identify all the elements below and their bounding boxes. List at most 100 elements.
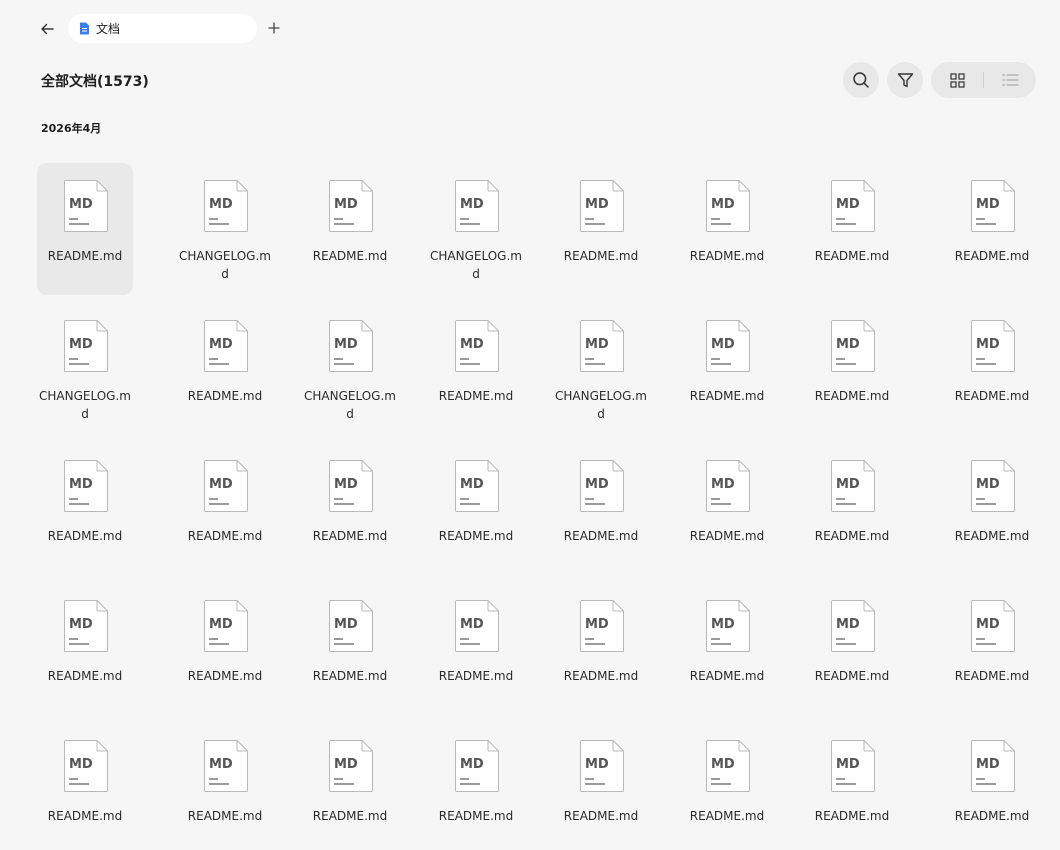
file-item[interactable]: MD README.md <box>804 303 900 435</box>
file-name: README.md <box>954 669 1030 683</box>
file-item[interactable]: MD README.md <box>944 723 1040 850</box>
file-item[interactable]: MD README.md <box>804 583 900 715</box>
markdown-file-icon: MD <box>204 600 248 652</box>
file-item[interactable]: MD README.md <box>302 443 398 575</box>
file-item[interactable]: MD README.md <box>177 303 273 435</box>
markdown-file-icon: MD <box>580 320 624 372</box>
markdown-file-icon: MD <box>204 740 248 792</box>
svg-text:MD: MD <box>836 197 860 212</box>
file-name: README.md <box>814 669 890 683</box>
file-name: README.md <box>312 669 388 683</box>
svg-text:MD: MD <box>69 477 93 492</box>
file-item[interactable]: MD README.md <box>37 583 133 715</box>
markdown-file-icon: MD <box>64 460 108 512</box>
file-item[interactable]: MD README.md <box>679 723 775 850</box>
file-name: README.md <box>954 529 1030 543</box>
svg-text:MD: MD <box>209 617 233 632</box>
svg-text:MD: MD <box>209 477 233 492</box>
file-item[interactable]: MD README.md <box>553 723 649 850</box>
file-item[interactable]: MD README.md <box>944 163 1040 295</box>
file-item[interactable]: MD CHANGELOG.md <box>37 303 133 435</box>
file-item[interactable]: MD CHANGELOG.md <box>553 303 649 435</box>
svg-text:MD: MD <box>460 757 484 772</box>
file-grid: MD README.md MD CHANGELOG.md MD README.md MD CH… <box>0 0 1060 850</box>
file-item[interactable]: MD README.md <box>428 303 524 435</box>
file-item[interactable]: MD README.md <box>428 583 524 715</box>
markdown-file-icon: MD <box>831 740 875 792</box>
file-manager-window: 文档 全部文档(1573) 2026年4月 MD README.md MD CH… <box>0 0 1060 850</box>
file-item[interactable]: MD README.md <box>553 443 649 575</box>
file-item[interactable]: MD README.md <box>177 723 273 850</box>
file-name: README.md <box>814 389 890 403</box>
file-item[interactable]: MD README.md <box>302 163 398 295</box>
svg-text:MD: MD <box>69 617 93 632</box>
svg-text:MD: MD <box>69 757 93 772</box>
file-name: README.md <box>689 389 765 403</box>
svg-text:MD: MD <box>836 617 860 632</box>
file-item[interactable]: MD CHANGELOG.md <box>428 163 524 295</box>
markdown-file-icon: MD <box>455 740 499 792</box>
markdown-file-icon: MD <box>706 740 750 792</box>
file-item[interactable]: MD README.md <box>944 583 1040 715</box>
file-item[interactable]: MD CHANGELOG.md <box>177 163 273 295</box>
markdown-file-icon: MD <box>706 180 750 232</box>
markdown-file-icon: MD <box>64 320 108 372</box>
file-name: README.md <box>954 389 1030 403</box>
svg-text:MD: MD <box>711 337 735 352</box>
file-item[interactable]: MD README.md <box>679 303 775 435</box>
markdown-file-icon: MD <box>971 180 1015 232</box>
file-item[interactable]: MD README.md <box>679 583 775 715</box>
file-item[interactable]: MD README.md <box>944 443 1040 575</box>
file-item[interactable]: MD README.md <box>37 443 133 575</box>
file-name: README.md <box>689 249 765 263</box>
markdown-file-icon: MD <box>831 600 875 652</box>
file-name: README.md <box>814 809 890 823</box>
svg-text:MD: MD <box>69 337 93 352</box>
markdown-file-icon: MD <box>455 180 499 232</box>
svg-text:MD: MD <box>209 757 233 772</box>
file-item[interactable]: MD CHANGELOG.md <box>302 303 398 435</box>
file-name: README.md <box>954 249 1030 263</box>
markdown-file-icon: MD <box>831 180 875 232</box>
svg-text:MD: MD <box>976 477 1000 492</box>
file-item[interactable]: MD README.md <box>553 163 649 295</box>
svg-text:MD: MD <box>711 197 735 212</box>
file-name: README.md <box>814 249 890 263</box>
markdown-file-icon: MD <box>455 600 499 652</box>
markdown-file-icon: MD <box>329 740 373 792</box>
file-item[interactable]: MD README.md <box>553 583 649 715</box>
file-item[interactable]: MD README.md <box>428 723 524 850</box>
file-item[interactable]: MD README.md <box>177 443 273 575</box>
file-item[interactable]: MD README.md <box>37 723 133 850</box>
markdown-file-icon: MD <box>64 600 108 652</box>
markdown-file-icon: MD <box>971 460 1015 512</box>
file-item[interactable]: MD README.md <box>804 163 900 295</box>
svg-text:MD: MD <box>460 337 484 352</box>
markdown-file-icon: MD <box>455 320 499 372</box>
file-name: CHANGELOG.md <box>179 249 271 281</box>
svg-text:MD: MD <box>209 337 233 352</box>
file-name: README.md <box>689 809 765 823</box>
svg-text:MD: MD <box>209 197 233 212</box>
markdown-file-icon: MD <box>64 740 108 792</box>
file-name: README.md <box>814 529 890 543</box>
svg-text:MD: MD <box>460 477 484 492</box>
file-item[interactable]: MD README.md <box>679 443 775 575</box>
file-item[interactable]: MD README.md <box>679 163 775 295</box>
file-item[interactable]: MD README.md <box>37 163 133 295</box>
file-name: README.md <box>47 249 123 263</box>
file-item[interactable]: MD README.md <box>177 583 273 715</box>
file-name: CHANGELOG.md <box>555 389 647 421</box>
markdown-file-icon: MD <box>329 320 373 372</box>
markdown-file-icon: MD <box>204 180 248 232</box>
file-item[interactable]: MD README.md <box>804 443 900 575</box>
file-item[interactable]: MD README.md <box>428 443 524 575</box>
svg-text:MD: MD <box>976 757 1000 772</box>
svg-text:MD: MD <box>836 477 860 492</box>
markdown-file-icon: MD <box>706 320 750 372</box>
file-item[interactable]: MD README.md <box>302 583 398 715</box>
svg-text:MD: MD <box>976 197 1000 212</box>
file-item[interactable]: MD README.md <box>944 303 1040 435</box>
file-item[interactable]: MD README.md <box>804 723 900 850</box>
file-item[interactable]: MD README.md <box>302 723 398 850</box>
